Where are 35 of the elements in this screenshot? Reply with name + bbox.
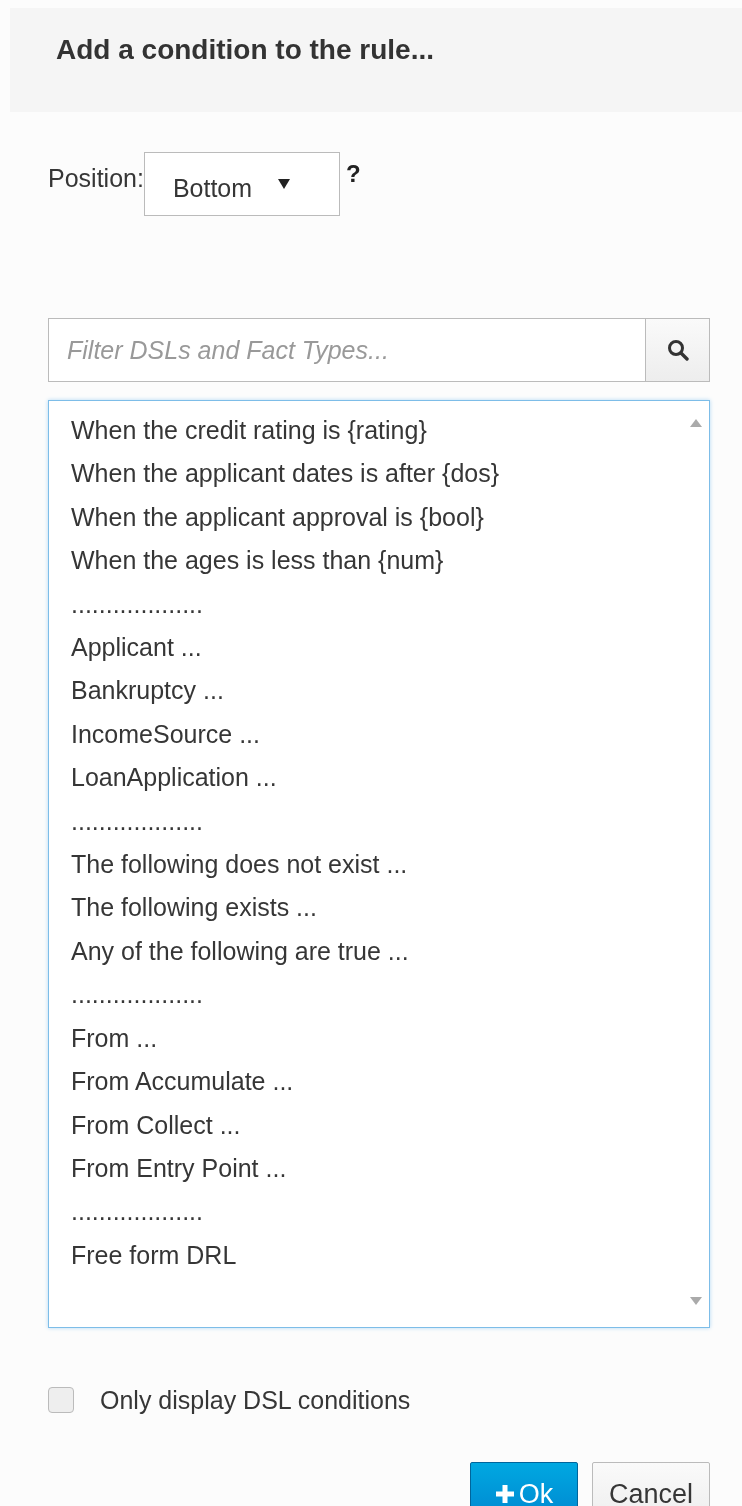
- search-button[interactable]: [646, 318, 710, 382]
- condition-option[interactable]: The following does not exist ...: [71, 843, 683, 887]
- condition-option[interactable]: ...................: [71, 799, 683, 844]
- position-dropdown[interactable]: Bottom: [143, 152, 340, 216]
- condition-option[interactable]: From Entry Point ...: [71, 1146, 683, 1191]
- checkbox-label: Only display DSL conditions: [100, 1385, 411, 1415]
- condition-option[interactable]: Any of the following are true ...: [71, 929, 683, 974]
- filter-field[interactable]: Filter DSLs and Fact Types...: [48, 318, 646, 382]
- cancel-button[interactable]: Cancel: [591, 1462, 710, 1506]
- position-label: Position:: [48, 164, 144, 193]
- condition-option[interactable]: When the applicant approval is {bool}: [71, 495, 683, 540]
- condition-option[interactable]: When the ages is less than {num}: [71, 539, 683, 583]
- condition-option[interactable]: When the credit rating is {rating}: [71, 409, 683, 453]
- condition-option[interactable]: From ...: [71, 1016, 683, 1061]
- condition-option[interactable]: LoanApplication ...: [71, 756, 683, 800]
- caret-icon: [278, 179, 291, 189]
- condition-list[interactable]: [48, 400, 710, 1328]
- scroll-up-icon: [690, 419, 702, 427]
- help-link[interactable]: ?: [345, 160, 361, 188]
- checkbox[interactable]: [48, 1387, 74, 1413]
- condition-option[interactable]: The following exists ...: [71, 886, 683, 930]
- condition-option[interactable]: ...................: [71, 582, 683, 627]
- dialog-title: Add a condition to the rule...: [56, 34, 434, 66]
- plus-icon: [494, 1484, 515, 1504]
- condition-option[interactable]: ...................: [71, 1190, 683, 1234]
- condition-option[interactable]: When the applicant dates is after {dos}: [71, 452, 683, 496]
- condition-option[interactable]: Bankruptcy ...: [71, 669, 683, 713]
- condition-option[interactable]: From Accumulate ...: [71, 1060, 683, 1104]
- condition-option[interactable]: From Collect ...: [71, 1103, 683, 1147]
- scroll-down-icon: [690, 1297, 702, 1305]
- condition-option[interactable]: ...................: [71, 973, 683, 1017]
- condition-option[interactable]: Free form DRL: [71, 1233, 683, 1278]
- search-icon: [666, 339, 689, 361]
- condition-option[interactable]: IncomeSource ...: [71, 712, 683, 757]
- condition-option[interactable]: Applicant ...: [71, 626, 683, 670]
